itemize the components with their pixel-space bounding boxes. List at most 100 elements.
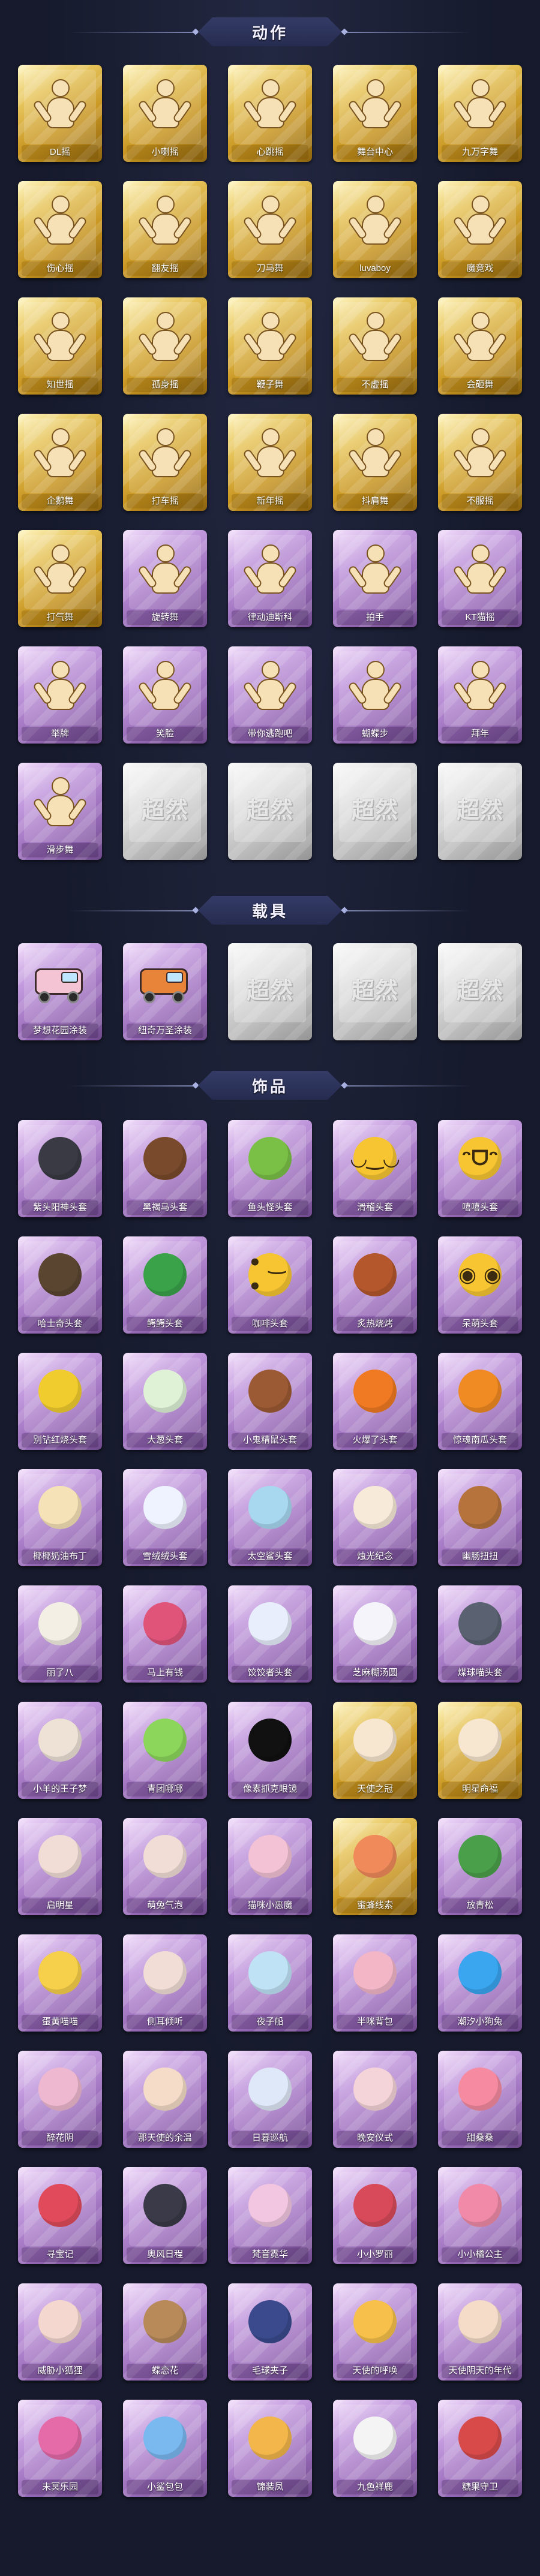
- item-card[interactable]: 惊魂南瓜头套: [438, 1353, 522, 1450]
- item-card[interactable]: 律动迪斯科: [228, 530, 312, 627]
- item-card[interactable]: 伤心摇: [18, 181, 102, 278]
- item-card[interactable]: 纽奇万圣涂装: [123, 943, 207, 1040]
- item-card[interactable]: 旋转舞: [123, 530, 207, 627]
- item-card[interactable]: 举牌: [18, 646, 102, 744]
- item-card[interactable]: ◡‿◡ 滑稽头套: [333, 1120, 417, 1217]
- item-card[interactable]: 笑脸: [123, 646, 207, 744]
- item-card[interactable]: 超然: [228, 943, 312, 1040]
- item-card[interactable]: 拍手: [333, 530, 417, 627]
- item-card[interactable]: KT猫摇: [438, 530, 522, 627]
- item-card[interactable]: 烛光纪念: [333, 1469, 417, 1566]
- item-card[interactable]: 翻友摇: [123, 181, 207, 278]
- item-card[interactable]: 鞭子舞: [228, 297, 312, 395]
- item-card[interactable]: 放青松: [438, 1818, 522, 1915]
- item-card[interactable]: 那天使的余温: [123, 2051, 207, 2148]
- item-card[interactable]: 醉花阴: [18, 2051, 102, 2148]
- item-card[interactable]: 魔竞戏: [438, 181, 522, 278]
- item-card[interactable]: 日暮巡航: [228, 2051, 312, 2148]
- item-card[interactable]: 紫头阳神头套: [18, 1120, 102, 1217]
- item-card[interactable]: 心跳摇: [228, 65, 312, 162]
- item-card[interactable]: 像素抓克眼镜: [228, 1702, 312, 1799]
- item-card[interactable]: 半咪背包: [333, 1934, 417, 2032]
- item-card[interactable]: • ‿ • 咖啡头套: [228, 1236, 312, 1334]
- item-card[interactable]: 不虚摇: [333, 297, 417, 395]
- item-card[interactable]: 猫咪小恶魔: [228, 1818, 312, 1915]
- item-card[interactable]: 青团哪哪: [123, 1702, 207, 1799]
- item-card[interactable]: 知世摇: [18, 297, 102, 395]
- item-card[interactable]: 煤球喵头套: [438, 1585, 522, 1683]
- item-card[interactable]: 蛋黄喵喵: [18, 1934, 102, 2032]
- item-card[interactable]: 九色祥鹿: [333, 2400, 417, 2497]
- item-card[interactable]: 侧耳倾听: [123, 1934, 207, 2032]
- item-card[interactable]: 椰椰奶油布丁: [18, 1469, 102, 1566]
- item-card[interactable]: DL摇: [18, 65, 102, 162]
- item-card[interactable]: 超然: [123, 763, 207, 860]
- item-card[interactable]: 芝麻糊汤圆: [333, 1585, 417, 1683]
- item-card[interactable]: 奥风日程: [123, 2167, 207, 2264]
- item-card[interactable]: 炙热烧烤: [333, 1236, 417, 1334]
- item-card[interactable]: 打车摇: [123, 414, 207, 511]
- item-card[interactable]: 黑褐马头套: [123, 1120, 207, 1217]
- item-card[interactable]: 小羊的王子梦: [18, 1702, 102, 1799]
- item-card[interactable]: 超然: [438, 943, 522, 1040]
- item-card[interactable]: ◉ ◉ 呆萌头套: [438, 1236, 522, 1334]
- item-card[interactable]: 锦装凤: [228, 2400, 312, 2497]
- item-card[interactable]: 启明星: [18, 1818, 102, 1915]
- item-card[interactable]: 潮汐小狗兔: [438, 1934, 522, 2032]
- item-card[interactable]: 火爆了头套: [333, 1353, 417, 1450]
- item-card[interactable]: 蝶恋花: [123, 2283, 207, 2381]
- item-card[interactable]: 九万字舞: [438, 65, 522, 162]
- item-card[interactable]: 天使阴天的年代: [438, 2283, 522, 2381]
- item-card[interactable]: 小鬼精鼠头套: [228, 1353, 312, 1450]
- item-card[interactable]: 马上有钱: [123, 1585, 207, 1683]
- item-card[interactable]: 梦想花园涂装: [18, 943, 102, 1040]
- item-card[interactable]: 糖果守卫: [438, 2400, 522, 2497]
- item-card[interactable]: 蜜蜂线索: [333, 1818, 417, 1915]
- item-card[interactable]: 小鲨包包: [123, 2400, 207, 2497]
- item-card[interactable]: 孤身摇: [123, 297, 207, 395]
- item-card[interactable]: 刀马舞: [228, 181, 312, 278]
- item-card[interactable]: 带你逃跑吧: [228, 646, 312, 744]
- item-card[interactable]: 夜子船: [228, 1934, 312, 2032]
- item-card[interactable]: 不服摇: [438, 414, 522, 511]
- item-card[interactable]: 企鹅舞: [18, 414, 102, 511]
- item-card[interactable]: 超然: [228, 763, 312, 860]
- item-card[interactable]: 拜年: [438, 646, 522, 744]
- item-card[interactable]: 超然: [333, 943, 417, 1040]
- item-card[interactable]: 小小罗丽: [333, 2167, 417, 2264]
- item-card[interactable]: 小小橘公主: [438, 2167, 522, 2264]
- item-card[interactable]: 滑步舞: [18, 763, 102, 860]
- item-card[interactable]: 小喇摇: [123, 65, 207, 162]
- item-card[interactable]: 舞台中心: [333, 65, 417, 162]
- item-card[interactable]: 威胁小狐狸: [18, 2283, 102, 2381]
- item-card[interactable]: 寻宝记: [18, 2167, 102, 2264]
- item-card[interactable]: 会砸舞: [438, 297, 522, 395]
- item-card[interactable]: 新年摇: [228, 414, 312, 511]
- item-card[interactable]: ᵔᗜᵔ 嘻嘻头套: [438, 1120, 522, 1217]
- item-card[interactable]: 幽肠扭扭: [438, 1469, 522, 1566]
- item-card[interactable]: 大葱头套: [123, 1353, 207, 1450]
- item-card[interactable]: 梵音霓华: [228, 2167, 312, 2264]
- item-card[interactable]: 鱼头怪头套: [228, 1120, 312, 1217]
- item-card[interactable]: 末冥乐园: [18, 2400, 102, 2497]
- item-card[interactable]: 天使的呼唤: [333, 2283, 417, 2381]
- item-card[interactable]: 天使之冠: [333, 1702, 417, 1799]
- item-card[interactable]: 甜桑桑: [438, 2051, 522, 2148]
- item-card[interactable]: 哈士奇头套: [18, 1236, 102, 1334]
- item-card[interactable]: 萌兔气泡: [123, 1818, 207, 1915]
- item-card[interactable]: 蝴蝶步: [333, 646, 417, 744]
- item-card[interactable]: 丽了八: [18, 1585, 102, 1683]
- item-card[interactable]: 超然: [438, 763, 522, 860]
- item-card[interactable]: 晚安仪式: [333, 2051, 417, 2148]
- item-card[interactable]: 超然: [333, 763, 417, 860]
- item-card[interactable]: 雪绒绒头套: [123, 1469, 207, 1566]
- item-card[interactable]: 别钻红烧头套: [18, 1353, 102, 1450]
- item-card[interactable]: 鳄鳄头套: [123, 1236, 207, 1334]
- item-card[interactable]: 明星命福: [438, 1702, 522, 1799]
- item-card[interactable]: 抖肩舞: [333, 414, 417, 511]
- item-card[interactable]: 饺饺者头套: [228, 1585, 312, 1683]
- item-card[interactable]: luvaboy: [333, 181, 417, 278]
- item-card[interactable]: 毛球夹子: [228, 2283, 312, 2381]
- item-card[interactable]: 打气舞: [18, 530, 102, 627]
- item-card[interactable]: 太空鲨头套: [228, 1469, 312, 1566]
